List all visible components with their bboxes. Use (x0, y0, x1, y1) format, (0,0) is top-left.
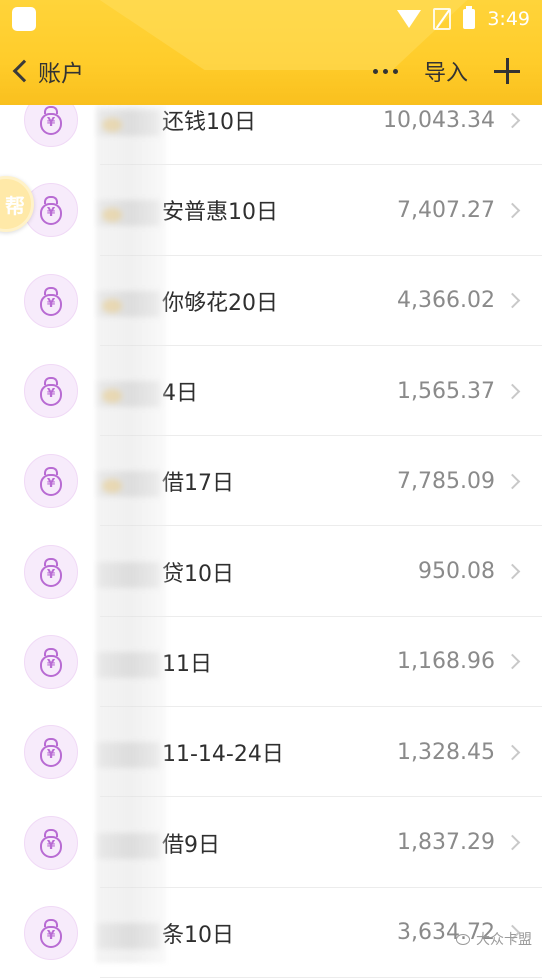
money-bag-icon: ¥ (24, 905, 78, 960)
account-name: 还 (162, 110, 185, 136)
redacted-name (98, 742, 160, 769)
redacted-name (98, 200, 160, 227)
account-row[interactable]: ¥ 11-14-24日 1,328.45 (0, 707, 542, 798)
account-balance: 7,407.27 (397, 197, 495, 223)
chevron-right-icon (504, 654, 521, 670)
account-balance: 1,168.96 (397, 649, 495, 675)
no-sim-icon (433, 8, 452, 30)
redacted-name (98, 381, 160, 408)
chevron-left-icon (12, 59, 36, 83)
status-time: 3:49 (487, 8, 530, 30)
redacted-name (98, 290, 160, 317)
redacted-name (98, 832, 160, 859)
account-balance: 1,837.29 (397, 830, 495, 856)
money-bag-icon: ¥ (24, 544, 78, 599)
chevron-right-icon (504, 112, 521, 128)
redacted-name (98, 651, 160, 678)
redacted-name (98, 110, 160, 137)
account-name: 你 (162, 290, 185, 316)
wechat-icon (456, 933, 470, 945)
floating-help-label: 帮 (5, 193, 25, 218)
add-account-icon[interactable] (494, 58, 520, 84)
chevron-right-icon (504, 202, 521, 219)
account-row[interactable]: ¥ 11日 1,168.96 (0, 617, 542, 708)
chevron-right-icon (504, 292, 521, 309)
redacted-name (98, 561, 160, 588)
chevron-right-icon (504, 834, 521, 851)
watermark: 大众卡盟 (456, 929, 532, 949)
back-button[interactable]: 账户 (10, 54, 84, 88)
account-name: 借17日 (162, 471, 234, 497)
account-name: 4日 (162, 381, 198, 407)
money-bag-icon: ¥ (24, 634, 78, 689)
redacted-name (98, 471, 160, 498)
money-bag-icon: ¥ (24, 815, 78, 870)
battery-charging-icon (463, 6, 476, 29)
import-button[interactable]: 导入 (424, 55, 468, 87)
account-row[interactable]: ¥ 你够花20日 4,366.02 (0, 256, 542, 347)
money-bag-icon: ¥ (24, 273, 78, 328)
chevron-right-icon (504, 744, 521, 760)
account-balance: 1,565.37 (397, 378, 495, 404)
app-header: 3:49 账户 导入 (0, 0, 542, 105)
chevron-right-icon (504, 473, 521, 490)
account-name: 普惠10日 (184, 200, 279, 226)
account-list: ¥ 还钱10日 10,043.34 ¥ 安普惠10日 7,407.27 ¥ 你够… (0, 75, 542, 978)
account-name: 条10日 (162, 922, 234, 948)
chevron-right-icon (504, 563, 521, 580)
nav-bar: 账户 导入 (0, 46, 542, 96)
money-bag-icon: ¥ (24, 725, 78, 780)
account-name: 钱10日 (184, 110, 257, 136)
watermark-text: 大众卡盟 (476, 932, 532, 948)
account-name: 借9日 (162, 832, 220, 858)
chevron-right-icon (504, 383, 521, 399)
more-options-icon[interactable] (372, 68, 398, 74)
account-name: 贷10日 (162, 561, 234, 587)
account-balance: 7,785.09 (397, 468, 495, 494)
account-balance: 10,043.34 (383, 107, 495, 133)
page-title: 账户 (38, 61, 84, 87)
account-row[interactable]: ¥ 借9日 1,837.29 (0, 797, 542, 888)
account-name: 11日 (162, 651, 212, 677)
account-row[interactable]: ¥ 4日 1,565.37 (0, 346, 542, 437)
wifi-icon (397, 10, 422, 28)
account-name: 安 (162, 200, 185, 226)
account-name: 11-14-24日 (162, 742, 284, 768)
money-bag-icon: ¥ (24, 364, 78, 419)
status-bar: 3:49 (0, 0, 542, 38)
account-row[interactable]: ¥ 贷10日 950.08 (0, 526, 542, 618)
account-balance: 4,366.02 (397, 288, 495, 314)
account-row[interactable]: ¥ 安普惠10日 7,407.27 (0, 165, 542, 256)
redacted-name (98, 922, 160, 949)
money-bag-icon: ¥ (24, 454, 78, 509)
account-balance: 950.08 (418, 559, 495, 585)
account-balance: 1,328.45 (397, 739, 495, 765)
account-row[interactable]: ¥ 借17日 7,785.09 (0, 436, 542, 527)
notification-app-icon (12, 7, 36, 31)
account-name: 够花20日 (184, 290, 279, 316)
